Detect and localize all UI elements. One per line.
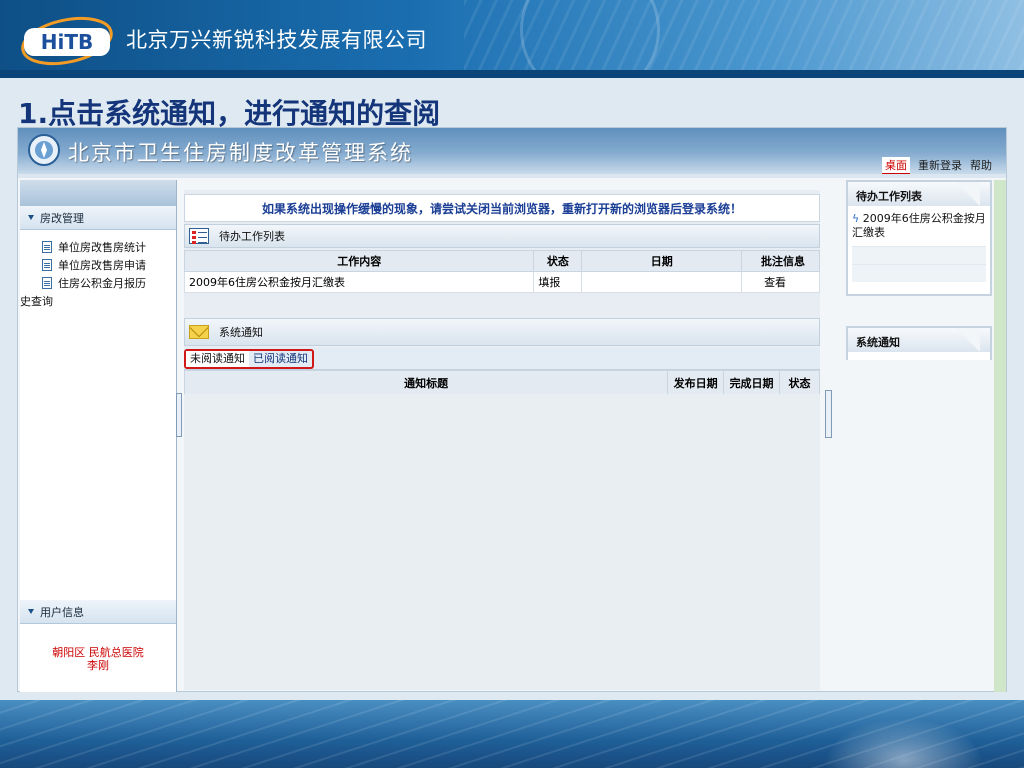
banner-circle: [520, 0, 660, 78]
sidebar-item-label: 单位房改售房统计: [58, 241, 146, 254]
left-sidebar: 房改管理 单位房改售房统计 单位房改售房申请 住房公积金月报历 史查询 用户信息: [20, 180, 177, 692]
sidebar-item-label: 史查询: [20, 295, 53, 308]
sidebar-menu: 单位房改售房统计 单位房改售房申请 住房公积金月报历 史查询: [20, 230, 176, 310]
document-icon: [42, 259, 52, 271]
empty-row: [852, 246, 986, 264]
user-org: 朝阳区 民航总医院: [52, 646, 144, 659]
highlighted-tab-group: 未阅读通知 已阅读通知: [184, 349, 314, 369]
right-notice-panel: 系统通知: [846, 326, 992, 360]
user-info-panel: 用户信息 朝阳区 民航总医院 李刚: [20, 600, 176, 672]
chevron-down-icon: [28, 609, 34, 614]
sidebar-item-fund-report-tail[interactable]: 史查询: [20, 292, 176, 310]
banner-stripe: [0, 70, 1024, 78]
right-panel-collapse-handle[interactable]: [825, 390, 832, 438]
cell-status: 填报: [533, 271, 583, 293]
notice-table: 通知标题 发布日期 完成日期 状态: [183, 370, 820, 395]
right-notice-title: 系统通知: [848, 328, 990, 352]
notice-tabs: 未阅读通知 已阅读通知: [184, 348, 820, 370]
slide-banner: HiTB 北京万兴新锐科技发展有限公司: [0, 0, 1024, 78]
hitb-logo: HiTB: [21, 16, 113, 66]
col-header: 日期: [581, 250, 743, 272]
todo-panel-title: 待办工作列表: [219, 230, 285, 243]
svg-text:HiTB: HiTB: [41, 30, 93, 54]
notice-panel-title: 系统通知: [219, 326, 263, 339]
notice-list-area: [184, 394, 820, 690]
slide-footer: [0, 700, 1024, 768]
slide-title: 1.点击系统通知，进行通知的查阅: [18, 97, 441, 130]
lightning-icon: ϟ: [852, 212, 860, 225]
tab-unread[interactable]: 未阅读通知: [186, 351, 249, 367]
cell-content: 2009年6住房公积金按月汇缴表: [183, 271, 535, 293]
company-name: 北京万兴新锐科技发展有限公司: [126, 28, 427, 52]
right-todo-panel: 待办工作列表 ϟ 2009年6住房公积金按月汇缴表: [846, 180, 992, 296]
todo-table: 工作内容 状态 日期 批注信息 2009年6住房公积金按月汇缴表 填报 查看: [183, 250, 820, 293]
top-links: 桌面 重新登录 帮助: [882, 157, 992, 174]
sidebar-collapse-handle[interactable]: [176, 393, 182, 437]
empty-row: [852, 264, 986, 282]
col-header: 批注信息: [741, 250, 820, 272]
col-header: 发布日期: [667, 370, 725, 395]
view-link[interactable]: 查看: [741, 271, 820, 293]
right-todo-item-text: 2009年6住房公积金按月汇缴表: [852, 212, 986, 239]
right-todo-title: 待办工作列表: [848, 182, 990, 206]
link-help[interactable]: 帮助: [970, 157, 992, 174]
link-relogin[interactable]: 重新登录: [918, 157, 962, 174]
col-header: 工作内容: [183, 250, 535, 272]
sidebar-section-housing[interactable]: 房改管理: [20, 206, 176, 230]
sidebar-section-label: 用户信息: [40, 605, 84, 619]
sidebar-item-sales-stats[interactable]: 单位房改售房统计: [42, 238, 176, 256]
chevron-down-icon: [28, 215, 34, 220]
sidebar-top: [20, 180, 176, 206]
cell-date: [581, 271, 743, 293]
sidebar-item-fund-report[interactable]: 住房公积金月报历: [42, 274, 176, 292]
col-header: 通知标题: [183, 370, 669, 395]
link-desktop[interactable]: 桌面: [882, 157, 910, 174]
sidebar-section-user[interactable]: 用户信息: [20, 600, 176, 624]
system-warning-banner: 如果系统出现操作缓慢的现象，请尝试关闭当前浏览器，重新打开新的浏览器后登录系统！: [184, 194, 820, 222]
right-edge-bar: [994, 180, 1006, 692]
user-name: 李刚: [87, 659, 109, 672]
app-header: 北京市卫生住房制度改革管理系统 桌面 重新登录 帮助: [18, 128, 1006, 174]
app-window: 北京市卫生住房制度改革管理系统 桌面 重新登录 帮助 房改管理 单位房改售房统计…: [17, 127, 1007, 692]
notice-panel-header: 系统通知: [184, 318, 820, 346]
app-title: 北京市卫生住房制度改革管理系统: [68, 141, 413, 165]
col-header: 状态: [533, 250, 583, 272]
user-info: 朝阳区 民航总医院 李刚: [20, 624, 176, 672]
right-todo-item[interactable]: ϟ 2009年6住房公积金按月汇缴表: [848, 206, 990, 246]
document-icon: [42, 277, 52, 289]
todo-panel-header: 待办工作列表: [184, 224, 820, 248]
envelope-icon: [189, 325, 209, 339]
col-header: 完成日期: [723, 370, 781, 395]
sidebar-item-label: 单位房改售房申请: [58, 259, 146, 272]
document-icon: [42, 241, 52, 253]
tab-read[interactable]: 已阅读通知: [249, 351, 312, 367]
sidebar-item-sales-apply[interactable]: 单位房改售房申请: [42, 256, 176, 274]
app-strip: [18, 174, 1006, 178]
col-header: 状态: [779, 370, 820, 395]
checklist-icon: [189, 228, 209, 244]
main-content: 如果系统出现操作缓慢的现象，请尝试关闭当前浏览器，重新打开新的浏览器后登录系统！…: [183, 190, 820, 690]
emblem-icon: [28, 134, 60, 166]
sidebar-item-label: 住房公积金月报历: [58, 277, 146, 290]
sidebar-section-label: 房改管理: [40, 211, 84, 225]
table-row[interactable]: 2009年6住房公积金按月汇缴表 填报 查看: [183, 271, 820, 293]
